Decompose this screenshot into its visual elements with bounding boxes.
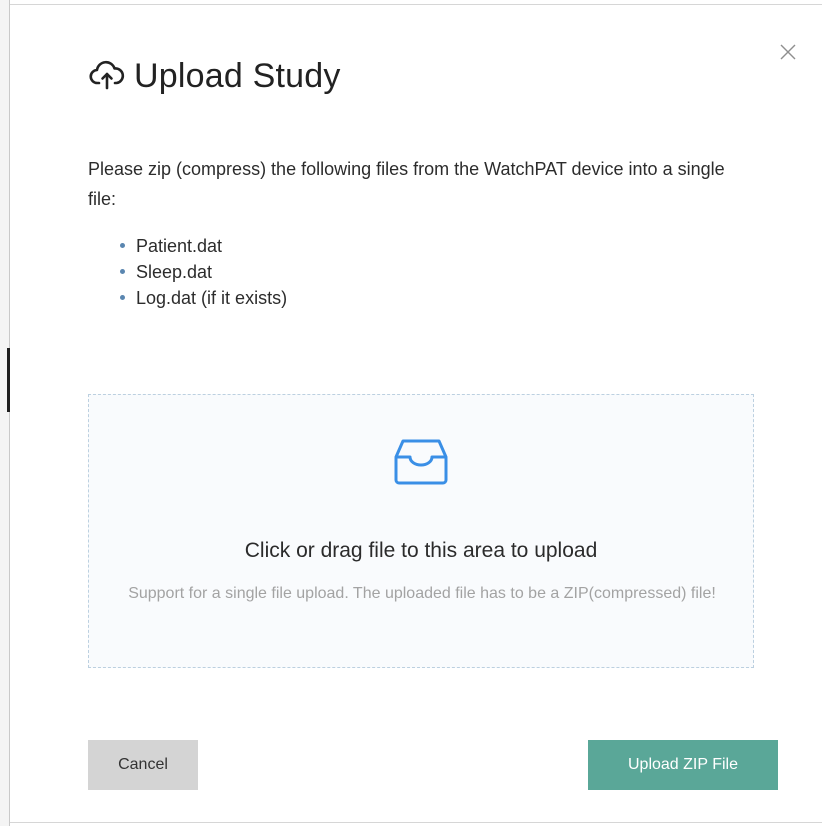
close-button[interactable] bbox=[774, 38, 802, 66]
dialog-top-border bbox=[10, 4, 822, 5]
dialog-title-text: Upload Study bbox=[134, 57, 341, 95]
bullet bbox=[120, 243, 125, 248]
upload-zip-button[interactable]: Upload ZIP File bbox=[588, 740, 778, 790]
bullet bbox=[120, 295, 125, 300]
upload-study-dialog: Upload Study Please zip (compress) the f… bbox=[0, 0, 822, 826]
file-name: Sleep.dat bbox=[136, 262, 213, 282]
dialog-bottom-border bbox=[10, 822, 822, 823]
list-item: Patient.dat bbox=[116, 233, 287, 259]
list-item: Sleep.dat bbox=[116, 259, 287, 285]
dropzone-title: Click or drag file to this area to uploa… bbox=[244, 539, 598, 562]
file-dropzone[interactable]: Click or drag file to this area to uploa… bbox=[88, 394, 754, 668]
dropzone-hint: Support for a single file upload. The up… bbox=[128, 585, 716, 602]
bullet bbox=[120, 269, 125, 274]
list-item: Log.dat (if it exists) bbox=[116, 285, 287, 311]
required-files-list: Patient.dat Sleep.dat Log.dat (if it exi… bbox=[116, 233, 287, 311]
background-edge-mark bbox=[7, 348, 10, 412]
dialog-title: Upload Study bbox=[88, 56, 341, 96]
file-name: Patient.dat bbox=[136, 236, 223, 256]
cancel-button[interactable]: Cancel bbox=[88, 740, 198, 790]
upload-instructions: Please zip (compress) the following file… bbox=[88, 159, 725, 209]
background-edge-border bbox=[9, 0, 10, 826]
file-name: Log.dat (if it exists) bbox=[136, 288, 288, 308]
close-icon bbox=[780, 44, 796, 60]
cloud-upload-icon bbox=[89, 60, 125, 90]
inbox-icon bbox=[394, 439, 448, 485]
